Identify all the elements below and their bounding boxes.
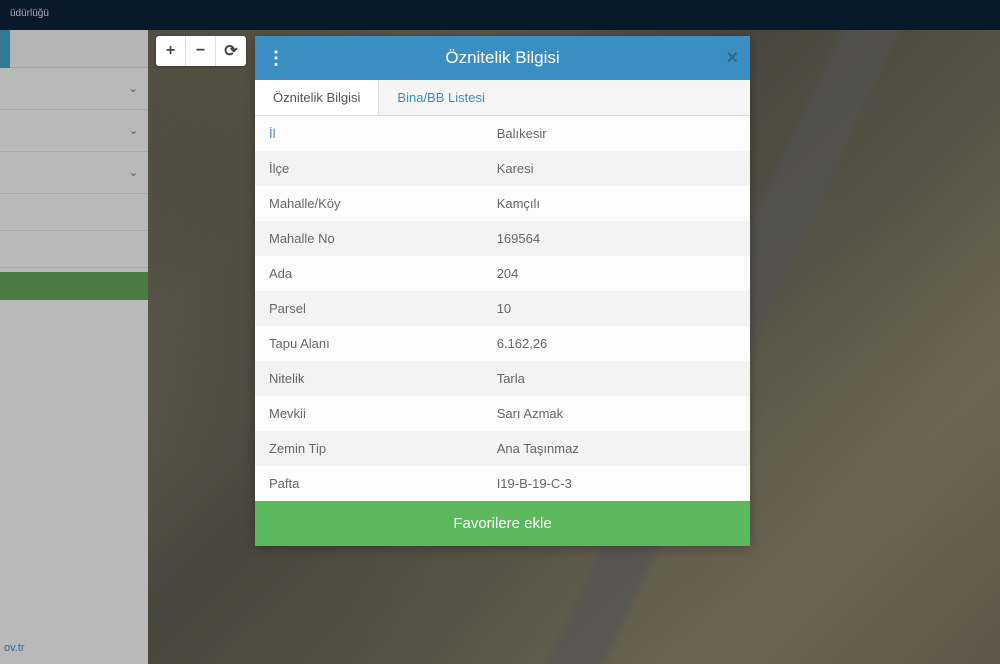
attr-label: Mevkii <box>255 396 483 431</box>
attr-label: Nitelik <box>255 361 483 396</box>
table-row: Mahalle No 169564 <box>255 221 750 256</box>
attr-value: 169564 <box>483 221 750 256</box>
attr-label: İl <box>255 116 483 151</box>
modal-menu-icon[interactable]: ⋮ <box>267 48 285 69</box>
attr-value: Sarı Azmak <box>483 396 750 431</box>
attr-label: Zemin Tip <box>255 431 483 466</box>
attribute-table: İl Balıkesir İlçe Karesi Mahalle/Köy Kam… <box>255 116 750 501</box>
attr-value: Tarla <box>483 361 750 396</box>
table-row: Mahalle/Köy Kamçılı <box>255 186 750 221</box>
table-row: İlçe Karesi <box>255 151 750 186</box>
modal-tabs: Öznitelik Bilgisi Bina/BB Listesi <box>255 80 750 116</box>
attr-value: 6.162,26 <box>483 326 750 361</box>
table-row: Mevkii Sarı Azmak <box>255 396 750 431</box>
tab-bina-list[interactable]: Bina/BB Listesi <box>379 80 502 115</box>
attr-value: Ana Taşınmaz <box>483 431 750 466</box>
zoom-out-button[interactable]: − <box>186 36 216 66</box>
add-favorites-button[interactable]: Favorilere ekle <box>255 501 750 546</box>
zoom-in-button[interactable]: + <box>156 36 186 66</box>
table-row: Pafta I19-B-19-C-3 <box>255 466 750 501</box>
attr-label: Mahalle/Köy <box>255 186 483 221</box>
attribute-modal: ⋮ Öznitelik Bilgisi × Öznitelik Bilgisi … <box>255 36 750 546</box>
table-row: İl Balıkesir <box>255 116 750 151</box>
app-header: üdürlüğü <box>0 0 1000 30</box>
attr-label: Parsel <box>255 291 483 326</box>
attr-label: Mahalle No <box>255 221 483 256</box>
tab-attributes[interactable]: Öznitelik Bilgisi <box>255 80 379 115</box>
attr-label: Ada <box>255 256 483 291</box>
modal-title: Öznitelik Bilgisi <box>269 48 736 68</box>
attr-value: 204 <box>483 256 750 291</box>
sidebar-dim-overlay <box>0 30 148 664</box>
refresh-button[interactable]: ⟳ <box>216 36 246 66</box>
table-row: Tapu Alanı 6.162,26 <box>255 326 750 361</box>
map-canvas[interactable]: + − ⟳ ⋮ Öznitelik Bilgisi × Öznitelik Bi… <box>148 30 1000 664</box>
attr-label: Pafta <box>255 466 483 501</box>
table-row: Nitelik Tarla <box>255 361 750 396</box>
attr-value: Karesi <box>483 151 750 186</box>
attr-value: 10 <box>483 291 750 326</box>
close-icon[interactable]: × <box>726 47 738 70</box>
attr-value: I19-B-19-C-3 <box>483 466 750 501</box>
modal-header: ⋮ Öznitelik Bilgisi × <box>255 36 750 80</box>
attr-label: İlçe <box>255 151 483 186</box>
attr-label: Tapu Alanı <box>255 326 483 361</box>
table-row: Parsel 10 <box>255 291 750 326</box>
header-text: üdürlüğü <box>10 8 49 19</box>
map-controls: + − ⟳ <box>156 36 246 66</box>
attr-value: Balıkesir <box>483 116 750 151</box>
table-row: Zemin Tip Ana Taşınmaz <box>255 431 750 466</box>
table-row: Ada 204 <box>255 256 750 291</box>
attr-value: Kamçılı <box>483 186 750 221</box>
